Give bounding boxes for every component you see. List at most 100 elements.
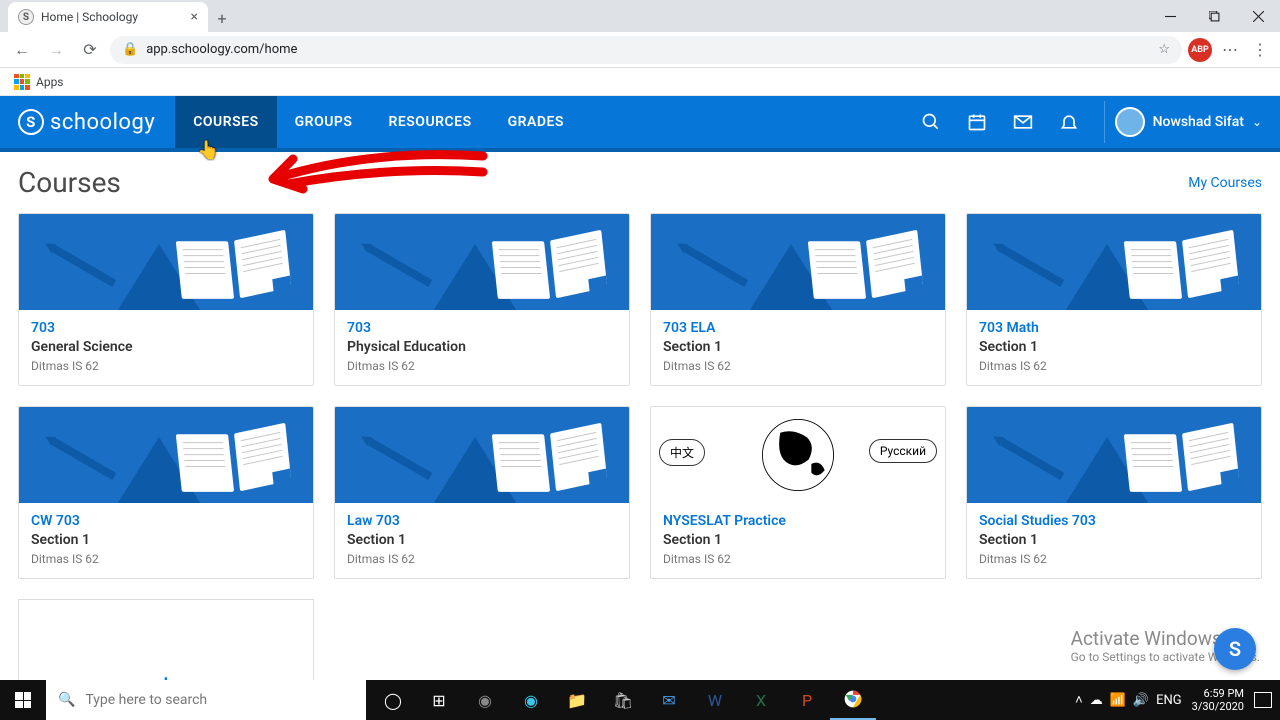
tray-icons[interactable]: ˄ ☁ 📶 🔊 ENG xyxy=(1075,692,1182,708)
cursor-icon: 👆 xyxy=(197,140,219,161)
course-name: Section 1 xyxy=(663,339,933,355)
course-thumbnail xyxy=(651,214,945,310)
course-thumbnail xyxy=(19,214,313,310)
course-code: 703 Math xyxy=(979,320,1249,336)
course-code: Law 703 xyxy=(347,513,617,529)
start-button[interactable] xyxy=(0,680,46,720)
course-code: 703 xyxy=(31,320,301,336)
course-card[interactable]: Law 703 Section 1 Ditmas IS 62 xyxy=(334,406,630,579)
tray-lang-icon[interactable]: ENG xyxy=(1156,693,1182,708)
logo-icon: S xyxy=(18,109,44,135)
favicon-icon: S xyxy=(18,9,34,25)
bookmarks-bar: Apps xyxy=(0,68,1280,96)
course-name: General Science xyxy=(31,339,301,355)
url-text: app.schoology.com/home xyxy=(146,42,297,57)
app-logo[interactable]: S schoology xyxy=(18,109,155,135)
course-code: 703 xyxy=(347,320,617,336)
extension-icon[interactable]: ⋯ xyxy=(1218,38,1242,62)
course-card[interactable]: CW 703 Section 1 Ditmas IS 62 xyxy=(18,406,314,579)
browser-tab-strip: S Home | Schoology × + xyxy=(0,0,1280,32)
chevron-down-icon: ⌄ xyxy=(1252,115,1262,129)
nav-grades[interactable]: GRADES xyxy=(490,96,582,148)
tray-wifi-icon[interactable]: 📶 xyxy=(1110,693,1126,708)
course-thumbnail xyxy=(335,214,629,310)
apps-icon xyxy=(14,74,30,90)
course-thumbnail xyxy=(967,407,1261,503)
tray-notifications-icon[interactable] xyxy=(1254,692,1272,708)
main-nav: COURSES GROUPS RESOURCES GRADES xyxy=(175,96,582,148)
star-icon[interactable]: ☆ xyxy=(1158,42,1170,57)
course-school: Ditmas IS 62 xyxy=(663,359,933,373)
nav-courses[interactable]: COURSES xyxy=(175,96,276,148)
course-card[interactable]: 703 Physical Education Ditmas IS 62 xyxy=(334,213,630,386)
extension-adblock-icon[interactable]: ABP xyxy=(1188,38,1212,62)
course-school: Ditmas IS 62 xyxy=(663,552,933,566)
calendar-icon[interactable] xyxy=(966,111,988,133)
course-card[interactable]: 703 General Science Ditmas IS 62 xyxy=(18,213,314,386)
nav-resources[interactable]: RESOURCES xyxy=(370,96,489,148)
task-explorer-icon[interactable]: 📁 xyxy=(554,680,600,720)
bell-icon[interactable] xyxy=(1058,111,1080,133)
course-card[interactable]: 703 ELA Section 1 Ditmas IS 62 xyxy=(650,213,946,386)
course-name: Physical Education xyxy=(347,339,617,355)
tray-clock[interactable]: 6:59 PM 3/30/2020 xyxy=(1192,687,1244,713)
main-content: Courses My Courses 703 General Science D… xyxy=(0,152,1280,709)
task-view-icon[interactable]: ⊞ xyxy=(416,680,462,720)
address-bar[interactable]: 🔒 app.schoology.com/home ☆ xyxy=(110,36,1182,64)
course-thumbnail xyxy=(967,214,1261,310)
page-title: Courses xyxy=(18,166,121,199)
task-chrome-icon[interactable] xyxy=(830,680,876,720)
avatar xyxy=(1115,107,1145,137)
task-powerpoint-icon[interactable]: P xyxy=(784,680,830,720)
task-cortana-icon[interactable]: ◯ xyxy=(370,680,416,720)
username: Nowshad Sifat xyxy=(1153,114,1244,130)
lock-icon: 🔒 xyxy=(122,42,138,57)
task-word-icon[interactable]: W xyxy=(692,680,738,720)
course-name: Section 1 xyxy=(979,339,1249,355)
course-school: Ditmas IS 62 xyxy=(31,359,301,373)
search-placeholder: Type here to search xyxy=(85,692,207,708)
reload-button[interactable]: ⟳ xyxy=(76,36,104,64)
course-card[interactable]: Social Studies 703 Section 1 Ditmas IS 6… xyxy=(966,406,1262,579)
window-close-button[interactable] xyxy=(1236,0,1280,32)
user-menu[interactable]: Nowshad Sifat ⌄ xyxy=(1104,101,1262,143)
tray-cloud-icon[interactable]: ☁ xyxy=(1090,693,1103,708)
task-store-icon[interactable]: 🛍 xyxy=(600,680,646,720)
task-obs-icon[interactable]: ◉ xyxy=(462,680,508,720)
tray-volume-icon[interactable]: 🔊 xyxy=(1133,693,1149,708)
browser-toolbar: ← → ⟳ 🔒 app.schoology.com/home ☆ ABP ⋯ ⋮ xyxy=(0,32,1280,68)
back-button[interactable]: ← xyxy=(8,36,36,64)
course-card[interactable]: 703 Math Section 1 Ditmas IS 62 xyxy=(966,213,1262,386)
bookmark-label: Apps xyxy=(36,75,64,89)
brand-text: schoology xyxy=(50,110,155,135)
my-courses-link[interactable]: My Courses xyxy=(1188,175,1262,191)
course-code: NYSESLAT Practice xyxy=(663,513,933,529)
bookmark-apps[interactable]: Apps xyxy=(8,71,70,93)
task-edge-icon[interactable]: ◉ xyxy=(508,680,554,720)
course-thumbnail xyxy=(335,407,629,503)
window-minimize-button[interactable] xyxy=(1148,0,1192,32)
search-icon[interactable] xyxy=(920,111,942,133)
course-school: Ditmas IS 62 xyxy=(979,552,1249,566)
schoology-float-badge[interactable]: S xyxy=(1214,628,1256,670)
course-card[interactable]: 中文 Русский NYSESLAT Practice Section 1 D… xyxy=(650,406,946,579)
nav-groups[interactable]: GROUPS xyxy=(277,96,371,148)
tray-date: 3/30/2020 xyxy=(1192,700,1244,713)
task-excel-icon[interactable]: X xyxy=(738,680,784,720)
course-thumbnail: 中文 Русский xyxy=(651,407,945,503)
browser-tab[interactable]: S Home | Schoology × xyxy=(8,2,208,32)
chrome-menu-button[interactable]: ⋮ xyxy=(1248,38,1272,62)
new-tab-button[interactable]: + xyxy=(208,4,236,32)
tray-chevron-icon[interactable]: ˄ xyxy=(1075,692,1083,708)
forward-button[interactable]: → xyxy=(42,36,70,64)
window-maximize-button[interactable] xyxy=(1192,0,1236,32)
course-school: Ditmas IS 62 xyxy=(979,359,1249,373)
course-name: Section 1 xyxy=(979,532,1249,548)
tab-title: Home | Schoology xyxy=(41,10,138,24)
close-icon[interactable]: × xyxy=(191,9,198,25)
taskbar-search[interactable]: 🔍 Type here to search xyxy=(46,680,366,720)
course-thumbnail xyxy=(19,407,313,503)
task-mail-icon[interactable]: ✉ xyxy=(646,680,692,720)
course-grid: 703 General Science Ditmas IS 62 703 Phy… xyxy=(18,213,1262,695)
mail-icon[interactable] xyxy=(1012,111,1034,133)
